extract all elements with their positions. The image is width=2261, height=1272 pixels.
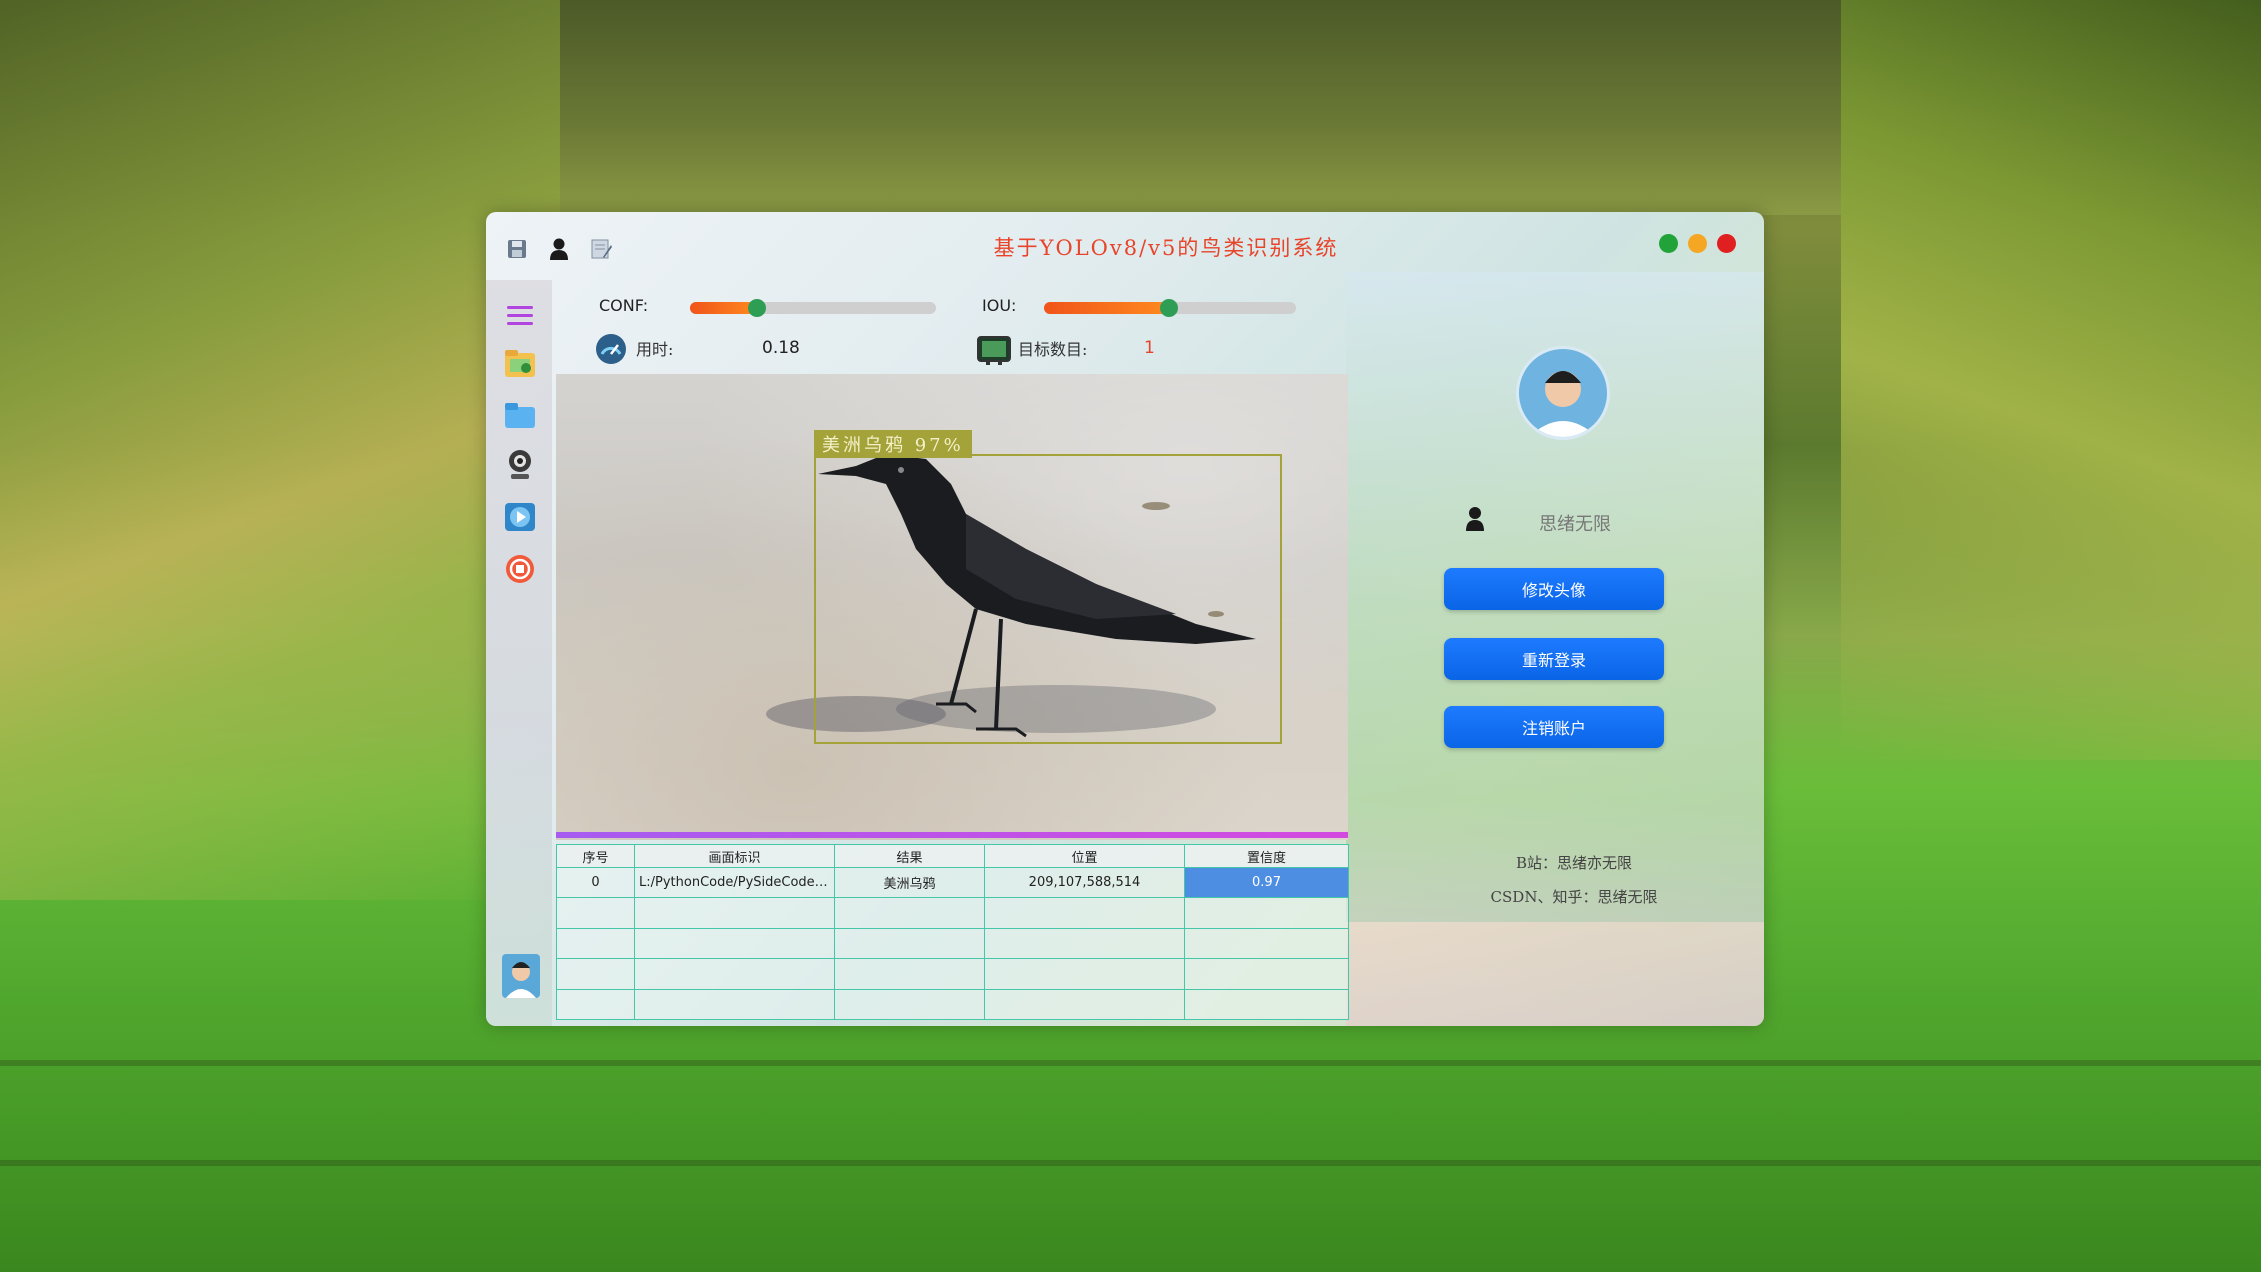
table-row-empty: [556, 897, 1349, 929]
column-header-result[interactable]: 结果: [834, 844, 985, 868]
target-count-value: 1: [1144, 338, 1155, 358]
background-cliff: [560, 0, 1841, 215]
table-cell: [834, 897, 985, 929]
table-cell: [634, 988, 835, 1021]
iou-slider-fill: [1044, 302, 1170, 314]
iou-slider[interactable]: [1044, 299, 1296, 317]
save-icon[interactable]: [504, 236, 530, 262]
csdn-info: CSDN、知乎：思绪无限: [1490, 888, 1658, 906]
sidebar-avatar[interactable]: [502, 954, 540, 998]
profile-avatar[interactable]: [1516, 346, 1610, 440]
stop-icon[interactable]: [503, 552, 537, 586]
delete-account-button[interactable]: 注销账户: [1444, 706, 1664, 748]
table-cell: [1184, 897, 1349, 929]
table-cell-result[interactable]: 美洲乌鸦: [834, 866, 985, 899]
table-cell-position[interactable]: 209,107,588,514: [984, 866, 1185, 899]
column-header-position[interactable]: 位置: [984, 844, 1185, 868]
iou-slider-handle[interactable]: [1160, 299, 1178, 317]
minimize-button[interactable]: [1688, 234, 1707, 253]
table-cell: [984, 897, 1185, 929]
menu-icon[interactable]: [503, 298, 537, 332]
time-value: 0.18: [762, 338, 800, 358]
column-header-confidence[interactable]: 置信度: [1184, 844, 1349, 868]
background-mountain-right: [1841, 0, 2261, 760]
table-cell: [834, 927, 985, 960]
user-icon: [1464, 506, 1486, 536]
table-header-row: 序号 画面标识 结果 位置 置信度: [556, 844, 1349, 868]
table-cell: [1184, 927, 1349, 960]
relogin-button[interactable]: 重新登录: [1444, 638, 1664, 680]
video-play-icon[interactable]: [503, 500, 537, 534]
background-mountain-left: [0, 0, 560, 900]
username: 思绪无限: [1539, 514, 1611, 535]
edit-icon[interactable]: [588, 236, 614, 262]
detection-image-view: 美洲乌鸦 97%: [556, 374, 1348, 840]
table-cell: [634, 897, 835, 929]
close-button[interactable]: [1717, 234, 1736, 253]
column-header-index[interactable]: 序号: [556, 844, 635, 868]
left-sidebar: [486, 280, 552, 1026]
table-cell: [1184, 958, 1349, 990]
table-cell: [834, 958, 985, 990]
table-cell: [1184, 988, 1349, 1021]
target-count-icon: [976, 334, 1012, 370]
table-cell: [984, 958, 1185, 990]
table-cell: [556, 927, 635, 960]
app-window: 基于YOLOv8/v5的鸟类识别系统 CONF: IOU: 用时: 0.18 目…: [486, 212, 1764, 1026]
folder-icon[interactable]: [503, 398, 537, 432]
conf-slider[interactable]: [690, 299, 936, 317]
progress-divider: [556, 832, 1348, 838]
table-cell: [556, 958, 635, 990]
titlebar-toolbar: [504, 236, 614, 262]
window-title: 基于YOLOv8/v5的鸟类识别系统: [993, 236, 1339, 260]
table-row[interactable]: 0 L:/PythonCode/PySideCode/... 美洲乌鸦 209,…: [556, 866, 1349, 899]
change-avatar-button[interactable]: 修改头像: [1444, 568, 1664, 610]
maximize-button[interactable]: [1659, 234, 1678, 253]
table-cell: [556, 897, 635, 929]
table-cell-index[interactable]: 0: [556, 866, 635, 899]
table-cell: [984, 927, 1185, 960]
iou-label: IOU:: [982, 296, 1017, 315]
window-controls: [1659, 234, 1736, 253]
table-cell: [834, 988, 985, 1021]
detection-bounding-box: [814, 454, 1282, 744]
field-stripe: [0, 1160, 2261, 1166]
table-cell: [634, 927, 835, 960]
time-label: 用时:: [636, 340, 674, 359]
window-background-path: [1346, 922, 1764, 1026]
target-count-label: 目标数目:: [1018, 340, 1088, 359]
webcam-icon[interactable]: [503, 448, 537, 482]
bilibili-info: B站：思绪亦无限: [1515, 854, 1633, 872]
table-row-empty: [556, 958, 1349, 990]
table-cell: [984, 988, 1185, 1021]
timer-icon: [594, 332, 628, 370]
column-header-source[interactable]: 画面标识: [634, 844, 835, 868]
table-cell: [634, 958, 835, 990]
image-folder-icon[interactable]: [503, 346, 537, 380]
table-row-empty: [556, 927, 1349, 960]
results-table: 序号 画面标识 结果 位置 置信度 0 L:/PythonCode/PySide…: [556, 844, 1349, 1021]
table-cell-confidence[interactable]: 0.97: [1184, 866, 1349, 899]
user-icon[interactable]: [546, 236, 572, 262]
table-cell-source[interactable]: L:/PythonCode/PySideCode/...: [634, 866, 835, 899]
conf-slider-handle[interactable]: [748, 299, 766, 317]
conf-label: CONF:: [599, 296, 649, 315]
field-stripe: [0, 1060, 2261, 1066]
table-cell: [556, 988, 635, 1021]
table-row-empty: [556, 988, 1349, 1021]
